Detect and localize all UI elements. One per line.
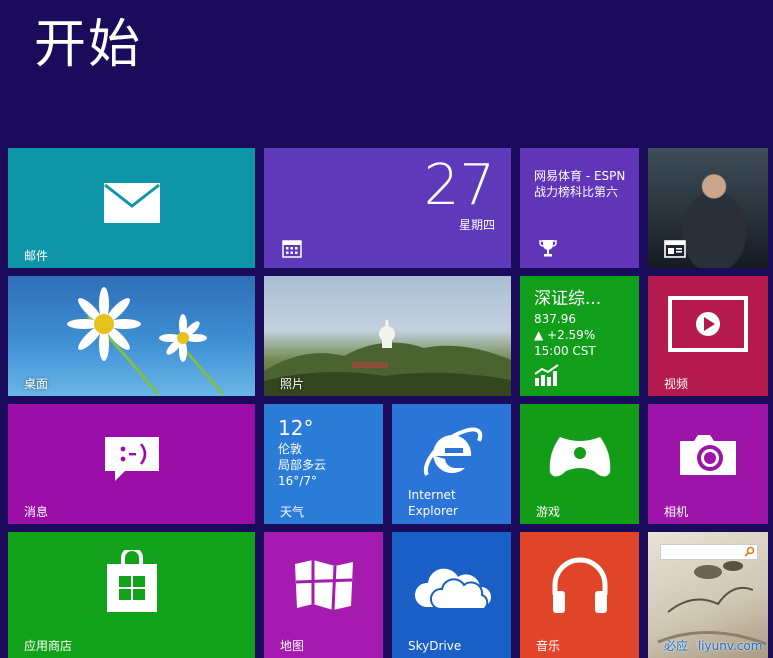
tile-camera-label: 相机 (664, 505, 689, 519)
trophy-icon (539, 240, 557, 257)
tile-maps[interactable]: 地图 (264, 532, 383, 658)
search-icon (744, 546, 755, 557)
tile-photos-label: 照片 (280, 377, 305, 391)
mail-envelope-icon (103, 183, 160, 224)
tile-weather-label: 天气 (280, 505, 305, 519)
cloud-icon (414, 569, 491, 611)
tile-mail[interactable]: 邮件 (8, 148, 255, 268)
sports-headline: 网易体育 - ESPN战力榜科比第六 (534, 169, 626, 199)
tile-games[interactable]: 游戏 (520, 404, 639, 524)
stock-time: 15:00 CST (534, 344, 596, 358)
chat-bubble-icon (104, 437, 159, 482)
tile-store[interactable]: 应用商店 (8, 532, 255, 658)
tile-ie-label: Internet Explorer (408, 487, 458, 519)
tile-skydrive[interactable]: SkyDrive (392, 532, 511, 658)
bing-search-box[interactable] (660, 544, 758, 560)
tile-skydrive-label: SkyDrive (408, 639, 462, 653)
tile-news[interactable] (648, 148, 768, 268)
bing-watermark: liyunv.com (697, 639, 763, 653)
start-screen-title: 开始 (34, 15, 143, 75)
store-bag-icon (106, 550, 157, 613)
tile-music-label: 音乐 (536, 639, 561, 653)
tile-games-label: 游戏 (536, 505, 561, 519)
stock-value: 837.96 (534, 312, 576, 326)
tile-store-label: 应用商店 (24, 639, 73, 653)
tile-music[interactable]: 音乐 (520, 532, 639, 658)
tile-maps-label: 地图 (280, 639, 305, 653)
gamepad-icon (549, 436, 610, 477)
tile-video-label: 视频 (664, 377, 689, 391)
internet-explorer-icon (423, 427, 482, 477)
calendar-weekday: 星期四 (458, 218, 495, 232)
map-icon (294, 559, 353, 610)
tile-desktop-label: 桌面 (24, 377, 49, 391)
tile-calendar[interactable]: 27 星期四 (264, 148, 511, 268)
ie-label-line2: Explorer (408, 504, 458, 518)
tile-sports[interactable]: 网易体育 - ESPN战力榜科比第六 (520, 148, 639, 268)
tile-bing-label: 必应 liyunv.com (664, 639, 762, 653)
tile-photos[interactable]: 照片 (264, 276, 511, 396)
ie-label-line1: Internet (408, 488, 456, 502)
tile-bing[interactable]: 必应 liyunv.com (648, 532, 768, 658)
tile-messaging-label: 消息 (24, 505, 49, 519)
stock-change: ▲ +2.59% (534, 328, 596, 342)
tile-internet-explorer[interactable]: Internet Explorer (392, 404, 511, 524)
play-icon (668, 296, 748, 352)
tile-video[interactable]: 视频 (648, 276, 768, 396)
bing-label-text: 必应 (664, 639, 689, 653)
weather-temperature: 12° (278, 416, 314, 440)
tile-weather[interactable]: 12° 伦敦 局部多云 16°/7° 天气 (264, 404, 383, 524)
tile-messaging[interactable]: 消息 (8, 404, 255, 524)
tile-finance[interactable]: 深证综... 837.96 ▲ +2.59% 15:00 CST (520, 276, 639, 396)
weather-condition: 局部多云 (278, 458, 327, 472)
calendar-day: 27 (423, 153, 495, 218)
news-icon (664, 240, 686, 258)
weather-range: 16°/7° (278, 474, 317, 488)
tile-mail-label: 邮件 (24, 249, 49, 263)
weather-city: 伦敦 (278, 442, 303, 456)
tile-desktop[interactable]: 桌面 (8, 276, 255, 396)
stock-chart-icon (534, 364, 559, 386)
stock-name: 深证综... (534, 289, 602, 309)
tile-camera[interactable]: 相机 (648, 404, 768, 524)
calendar-grid-icon (282, 240, 302, 258)
camera-icon (680, 435, 736, 476)
headphones-icon (552, 557, 607, 613)
